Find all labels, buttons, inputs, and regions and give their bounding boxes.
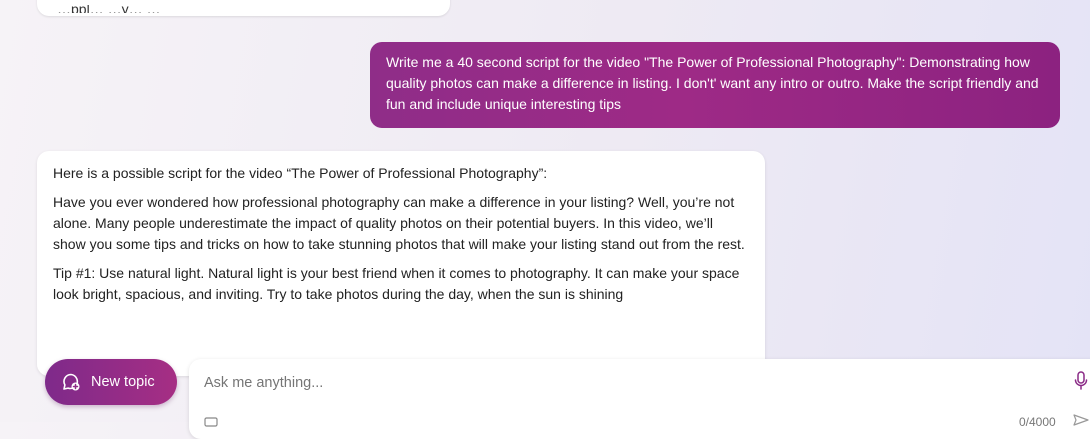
chat-input[interactable] bbox=[204, 375, 844, 391]
previous-message-bubble: …ppl… …y… … bbox=[37, 0, 450, 16]
bot-message-paragraph: Tip #1: Use natural light. Natural light… bbox=[53, 265, 740, 302]
user-message-bubble: Write me a 40 second script for the vide… bbox=[370, 42, 1060, 128]
microphone-icon[interactable] bbox=[1074, 371, 1088, 391]
bot-message-paragraph: Have you ever wondered how professional … bbox=[53, 194, 745, 252]
chat-plus-icon bbox=[61, 372, 81, 392]
image-icon[interactable] bbox=[204, 414, 218, 427]
new-topic-label: New topic bbox=[91, 374, 155, 390]
previous-message-text: …ppl… …y… … bbox=[57, 5, 161, 13]
character-counter: 0/4000 bbox=[1019, 415, 1056, 429]
user-message-text: Write me a 40 second script for the vide… bbox=[386, 54, 1039, 112]
bot-message-bubble: Here is a possible script for the video … bbox=[37, 151, 765, 376]
bot-message-paragraph: Here is a possible script for the video … bbox=[53, 165, 548, 181]
new-topic-button[interactable]: New topic bbox=[45, 359, 177, 405]
chat-composer: 0/4000 bbox=[189, 359, 1090, 439]
send-icon[interactable] bbox=[1073, 413, 1089, 426]
